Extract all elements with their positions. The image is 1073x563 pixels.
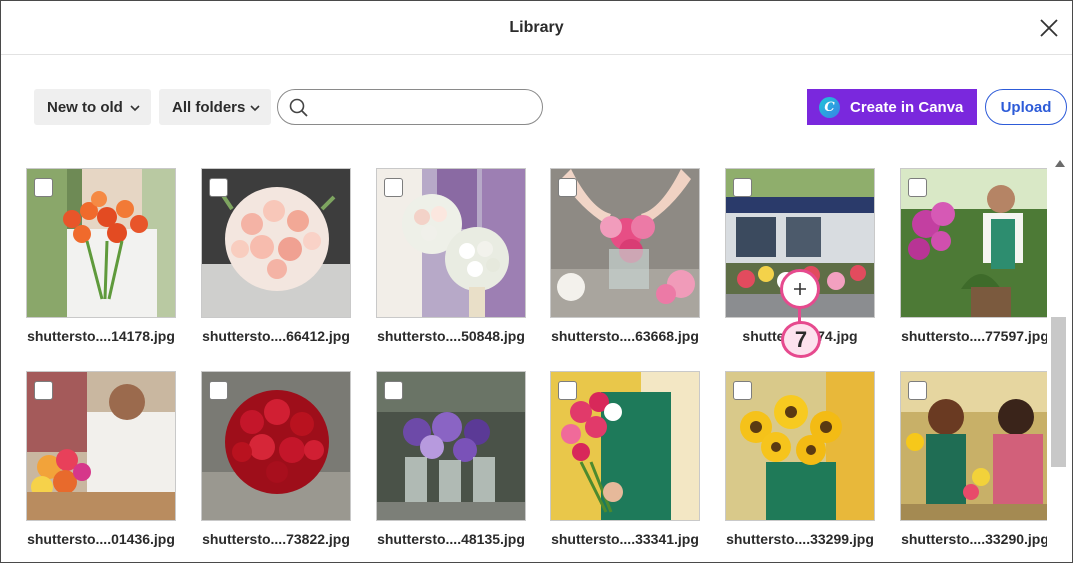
folder-dropdown[interactable]: All folders [159,89,271,125]
select-checkbox[interactable] [34,178,53,197]
library-dialog: Library New to old All folders C Create … [0,0,1073,563]
upload-button[interactable]: Upload [985,89,1067,125]
image-filename: shuttersto....33341.jpg [551,531,699,547]
dialog-title: Library [509,19,564,36]
sort-dropdown-label: New to old [47,98,123,116]
search-icon [289,98,309,118]
step-number-badge: 7 [781,321,821,358]
scrollbar[interactable] [1048,155,1072,562]
select-checkbox[interactable] [209,178,228,197]
scroll-thumb[interactable] [1051,317,1066,467]
image-filename: shuttersto....33299.jpg [726,531,874,547]
select-checkbox[interactable] [733,178,752,197]
image-filename: shuttersto....14178.jpg [27,328,175,344]
add-hotspot-button[interactable] [780,269,820,309]
create-in-canva-label: Create in Canva [850,98,964,116]
scroll-up-arrow-icon[interactable] [1055,160,1065,167]
image-filename: shuttersto....48135.jpg [377,531,525,547]
image-filename: shuttersto....33290.jpg [901,531,1047,547]
plus-icon [794,283,806,295]
chevron-down-icon [129,101,141,113]
search-input[interactable] [316,94,531,120]
image-filename: shuttersto....73822.jpg [202,531,350,547]
callout-connector [798,308,801,322]
select-checkbox[interactable] [384,381,403,400]
folder-dropdown-label: All folders [172,98,246,116]
image-grid: shuttersto....14178.jpg shuttersto....66… [1,155,1047,562]
image-filename: shuttersto....01436.jpg [27,531,175,547]
select-checkbox[interactable] [558,381,577,400]
select-checkbox[interactable] [908,381,927,400]
select-checkbox[interactable] [908,178,927,197]
select-checkbox[interactable] [34,381,53,400]
select-checkbox[interactable] [209,381,228,400]
image-filename: shuttersto....77597.jpg [901,328,1047,344]
canva-logo-icon: C [819,96,840,118]
chevron-down-icon [249,101,261,113]
create-in-canva-button[interactable]: C Create in Canva [807,89,977,125]
dialog-header: Library [1,1,1072,55]
select-checkbox[interactable] [733,381,752,400]
close-icon[interactable] [1037,16,1061,40]
image-filename: shuttersto....50848.jpg [377,328,525,344]
upload-label: Upload [1000,98,1052,116]
image-filename: shuttersto....63668.jpg [551,328,699,344]
select-checkbox[interactable] [558,178,577,197]
sort-dropdown[interactable]: New to old [34,89,151,125]
image-filename: shuttersto....66412.jpg [202,328,350,344]
search-box [277,89,543,125]
select-checkbox[interactable] [384,178,403,197]
